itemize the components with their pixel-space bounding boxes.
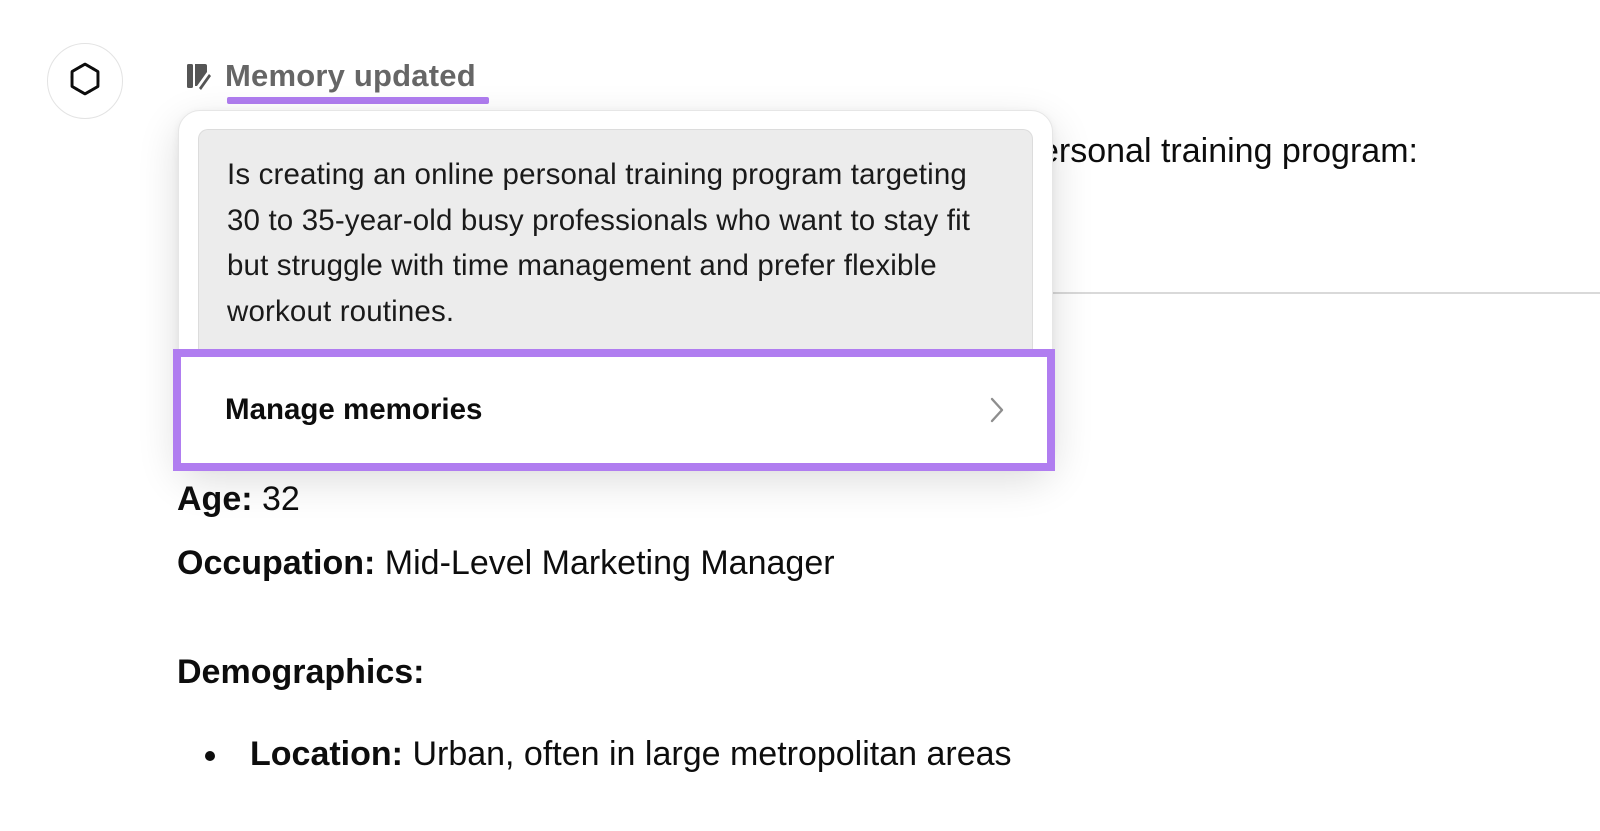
memory-label-highlight <box>227 97 489 104</box>
assistant-avatar <box>47 43 123 119</box>
manage-memories-label: Manage memories <box>225 393 483 426</box>
memory-content-box: Is creating an online personal training … <box>198 129 1033 354</box>
message-divider <box>1052 292 1600 294</box>
occupation-label: Occupation: <box>177 544 385 582</box>
chevron-right-icon <box>987 395 1007 425</box>
age-value: 32 <box>262 480 300 518</box>
occupation-row: Occupation: Mid-Level Marketing Manager <box>177 544 835 583</box>
occupation-value: Mid-Level Marketing Manager <box>384 544 835 582</box>
location-value: Urban, often in large metropolitan areas <box>412 735 1012 773</box>
memory-updated-label: Memory updated <box>225 58 476 93</box>
list-item: Location: Urban, often in large metropol… <box>200 735 1012 774</box>
demographics-heading: Demographics: <box>177 653 425 691</box>
memory-edit-icon <box>184 61 212 91</box>
bullet-icon <box>205 750 215 761</box>
openai-logo-icon <box>64 58 106 105</box>
memory-content-text: Is creating an online personal training … <box>227 158 971 328</box>
age-label: Age: <box>177 480 262 518</box>
memory-updated-toggle[interactable]: Memory updated <box>184 56 476 96</box>
message-intro-text: ersonal training program: <box>1040 132 1418 170</box>
age-row: Age: 32 <box>177 480 300 519</box>
manage-memories-button[interactable]: Manage memories <box>173 349 1055 471</box>
location-label: Location: <box>250 735 403 773</box>
